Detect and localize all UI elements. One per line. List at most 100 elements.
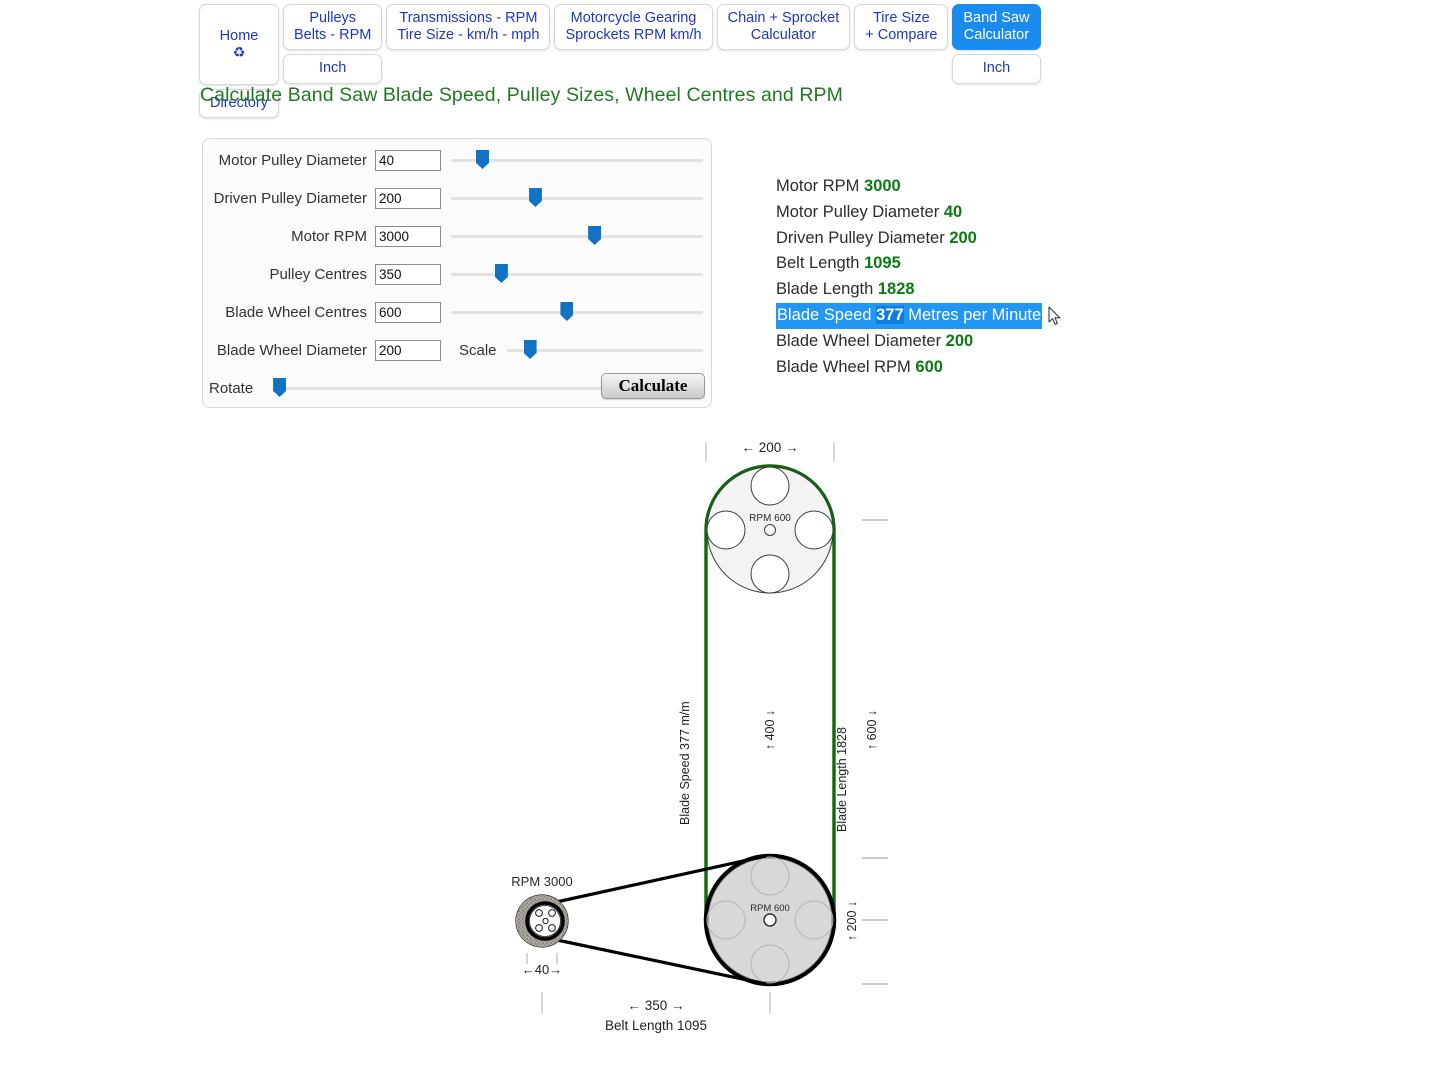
result-value-driven-pulley-diameter: 200 [949, 228, 977, 247]
dim-label-blade-speed: Blade Speed 377 m/m [678, 701, 692, 825]
slider-thumb-motor-rpm[interactable] [588, 226, 602, 245]
result-row-blade-speed-selected[interactable]: Blade Speed 377 Metres per Minute [776, 302, 1043, 329]
slider-track [273, 387, 603, 390]
tab-group-pulleys: Pulleys Belts - RPM Inch [283, 4, 383, 84]
slider-blade-wheel-centres[interactable] [451, 301, 703, 323]
input-motor-rpm[interactable] [375, 225, 441, 247]
result-label-blade-length: Blade Length [776, 280, 874, 299]
input-pulley-centres[interactable] [375, 263, 441, 285]
result-value-belt-length: 1095 [864, 254, 901, 273]
slider-thumb-pulley-centres[interactable] [494, 264, 508, 283]
tab-pulleys-inch[interactable]: Inch [283, 54, 383, 84]
tab-bandsaw-inch[interactable]: Inch [952, 54, 1041, 84]
result-label-motor-rpm: Motor RPM [776, 177, 860, 195]
motor-rpm-label: RPM 3000 [511, 874, 572, 889]
tab-band-saw-calculator[interactable]: Band Saw Calculator [952, 4, 1041, 50]
label-motor-pulley-diameter: Motor Pulley Diameter [218, 151, 367, 169]
tab-home-label: Home [219, 27, 259, 44]
tab-group-tire: Tire Size + Compare [854, 4, 949, 50]
label-motor-rpm: Motor RPM [291, 227, 367, 245]
slider-thumb-driven-pulley-diameter[interactable] [528, 188, 542, 207]
page-root: Home ♻ Directory Pulleys Belts - RPM Inc… [0, 0, 1440, 1080]
result-row-motor-rpm: Motor RPM 3000 [776, 174, 1042, 200]
motor-pulley: RPM 3000 [511, 874, 573, 948]
result-row-driven-pulley-diameter: Driven Pulley Diameter 200 [776, 226, 1042, 252]
tab-tire-size-compare[interactable]: Tire Size + Compare [854, 4, 949, 50]
dim-label-top-width: ← 200 → [741, 440, 798, 455]
slider-motor-pulley-diameter[interactable] [451, 149, 703, 171]
result-row-blade-wheel-diameter: Blade Wheel Diameter 200 [776, 329, 1042, 355]
dim-label-blade-length: Blade Length 1828 [835, 727, 849, 832]
tab-chain-sprocket-calculator[interactable]: Chain + Sprocket Calculator [716, 4, 851, 50]
dim-label-inner-height: ↑ 400 ↓ [763, 710, 777, 750]
result-label-blade-wheel-diameter: Blade Wheel Diameter [776, 331, 942, 350]
label-blade-wheel-diameter: Blade Wheel Diameter [216, 341, 367, 359]
slider-track [451, 311, 703, 314]
tab-group-bandsaw: Band Saw Calculator Inch [952, 4, 1041, 84]
bottom-blade-wheel: RPM 600 [703, 853, 837, 987]
bottom-wheel-rpm-label: RPM 600 [750, 903, 790, 914]
result-label-belt-length: Belt Length [776, 254, 860, 273]
result-row-blade-wheel-rpm: Blade Wheel RPM 600 [776, 355, 1042, 381]
label-pulley-centres: Pulley Centres [269, 265, 367, 283]
dim-label-belt-length: Belt Length 1095 [605, 1018, 707, 1033]
input-blade-wheel-centres[interactable] [375, 301, 441, 323]
tab-group-motorcycle: Motorcycle Gearing Sprockets RPM km/h [554, 4, 713, 50]
label-rotate: Rotate [209, 379, 254, 397]
result-value-blade-wheel-rpm: 600 [915, 357, 943, 376]
tab-pulleys-belts-rpm[interactable]: Pulleys Belts - RPM [283, 4, 383, 50]
slider-driven-pulley-diameter[interactable] [451, 187, 703, 209]
slider-rotate[interactable] [273, 377, 603, 399]
field-row-pulley-centres: Pulley Centres [203, 263, 711, 285]
result-label-blade-wheel-rpm: Blade Wheel RPM [776, 357, 911, 376]
result-label-driven-pulley-diameter: Driven Pulley Diameter [776, 228, 945, 247]
slider-track [451, 235, 703, 238]
dim-label-wheel-centres: ↑ 600 ↓ [865, 710, 879, 750]
field-row-blade-wheel-diameter: Blade Wheel Diameter Scale [203, 339, 711, 361]
calculate-button[interactable]: Calculate [601, 373, 705, 399]
result-unit-blade-speed: Metres per Minute [908, 305, 1042, 324]
result-label-motor-pulley-diameter: Motor Pulley Diameter [776, 202, 940, 221]
page-title: Calculate Band Saw Blade Speed, Pulley S… [200, 84, 843, 106]
slider-track [451, 197, 703, 200]
label-blade-wheel-centres: Blade Wheel Centres [225, 303, 367, 321]
result-value-blade-speed: 377 [876, 305, 904, 324]
field-row-motor-pulley-diameter: Motor Pulley Diameter [203, 149, 711, 171]
input-blade-wheel-diameter[interactable] [375, 339, 441, 361]
dim-label-pulley-centres: ← 350 → [627, 998, 684, 1013]
tab-transmissions-rpm[interactable]: Transmissions - RPM Tire Size - km/h - m… [386, 4, 551, 50]
label-scale: Scale [459, 341, 497, 359]
dim-label-motor-pulley-width: ←40→ [522, 962, 562, 977]
top-wheel-rpm-label: RPM 600 [749, 513, 791, 524]
result-row-belt-length: Belt Length 1095 [776, 251, 1042, 277]
dim-wheel-diameter [862, 857, 888, 985]
slider-pulley-centres[interactable] [451, 263, 703, 285]
label-driven-pulley-diameter: Driven Pulley Diameter [213, 189, 367, 207]
field-row-driven-pulley-diameter: Driven Pulley Diameter [203, 187, 711, 209]
input-driven-pulley-diameter[interactable] [375, 187, 441, 209]
mouse-cursor-icon [1048, 306, 1061, 325]
result-row-motor-pulley-diameter: Motor Pulley Diameter 40 [776, 200, 1042, 226]
top-blade-wheel: RPM 600 [706, 466, 834, 594]
slider-motor-rpm[interactable] [451, 225, 703, 247]
tab-motorcycle-gearing[interactable]: Motorcycle Gearing Sprockets RPM km/h [554, 4, 713, 50]
result-value-blade-length: 1828 [877, 280, 915, 299]
result-value-blade-wheel-diameter: 200 [945, 331, 974, 350]
calculator-input-panel: Motor Pulley Diameter Driven Pulley Diam… [202, 138, 712, 408]
input-motor-pulley-diameter[interactable] [375, 149, 441, 171]
slider-track [451, 273, 703, 276]
recycle-icon: ♻ [232, 44, 246, 60]
slider-thumb-scale[interactable] [523, 340, 537, 359]
slider-thumb-blade-wheel-centres[interactable] [560, 302, 574, 321]
slider-scale[interactable] [506, 339, 703, 361]
tab-group-transmissions: Transmissions - RPM Tire Size - km/h - m… [386, 4, 551, 50]
results-panel: Motor RPM 3000 Motor Pulley Diameter 40 … [776, 174, 1043, 381]
bandsaw-diagram: RPM 600 RPM 600 RPM 3000 ← 200 → Blade S… [511, 440, 888, 1033]
slider-thumb-motor-pulley-diameter[interactable] [476, 150, 489, 169]
tab-home[interactable]: Home ♻ [199, 4, 280, 85]
result-label-blade-speed: Blade Speed [777, 305, 872, 324]
result-row-blade-length: Blade Length 1828 [776, 277, 1042, 303]
dim-label-wheel-diameter: ↑ 200 ↓ [845, 901, 859, 941]
field-row-blade-wheel-centres: Blade Wheel Centres [203, 301, 711, 323]
slider-thumb-rotate[interactable] [273, 378, 287, 397]
